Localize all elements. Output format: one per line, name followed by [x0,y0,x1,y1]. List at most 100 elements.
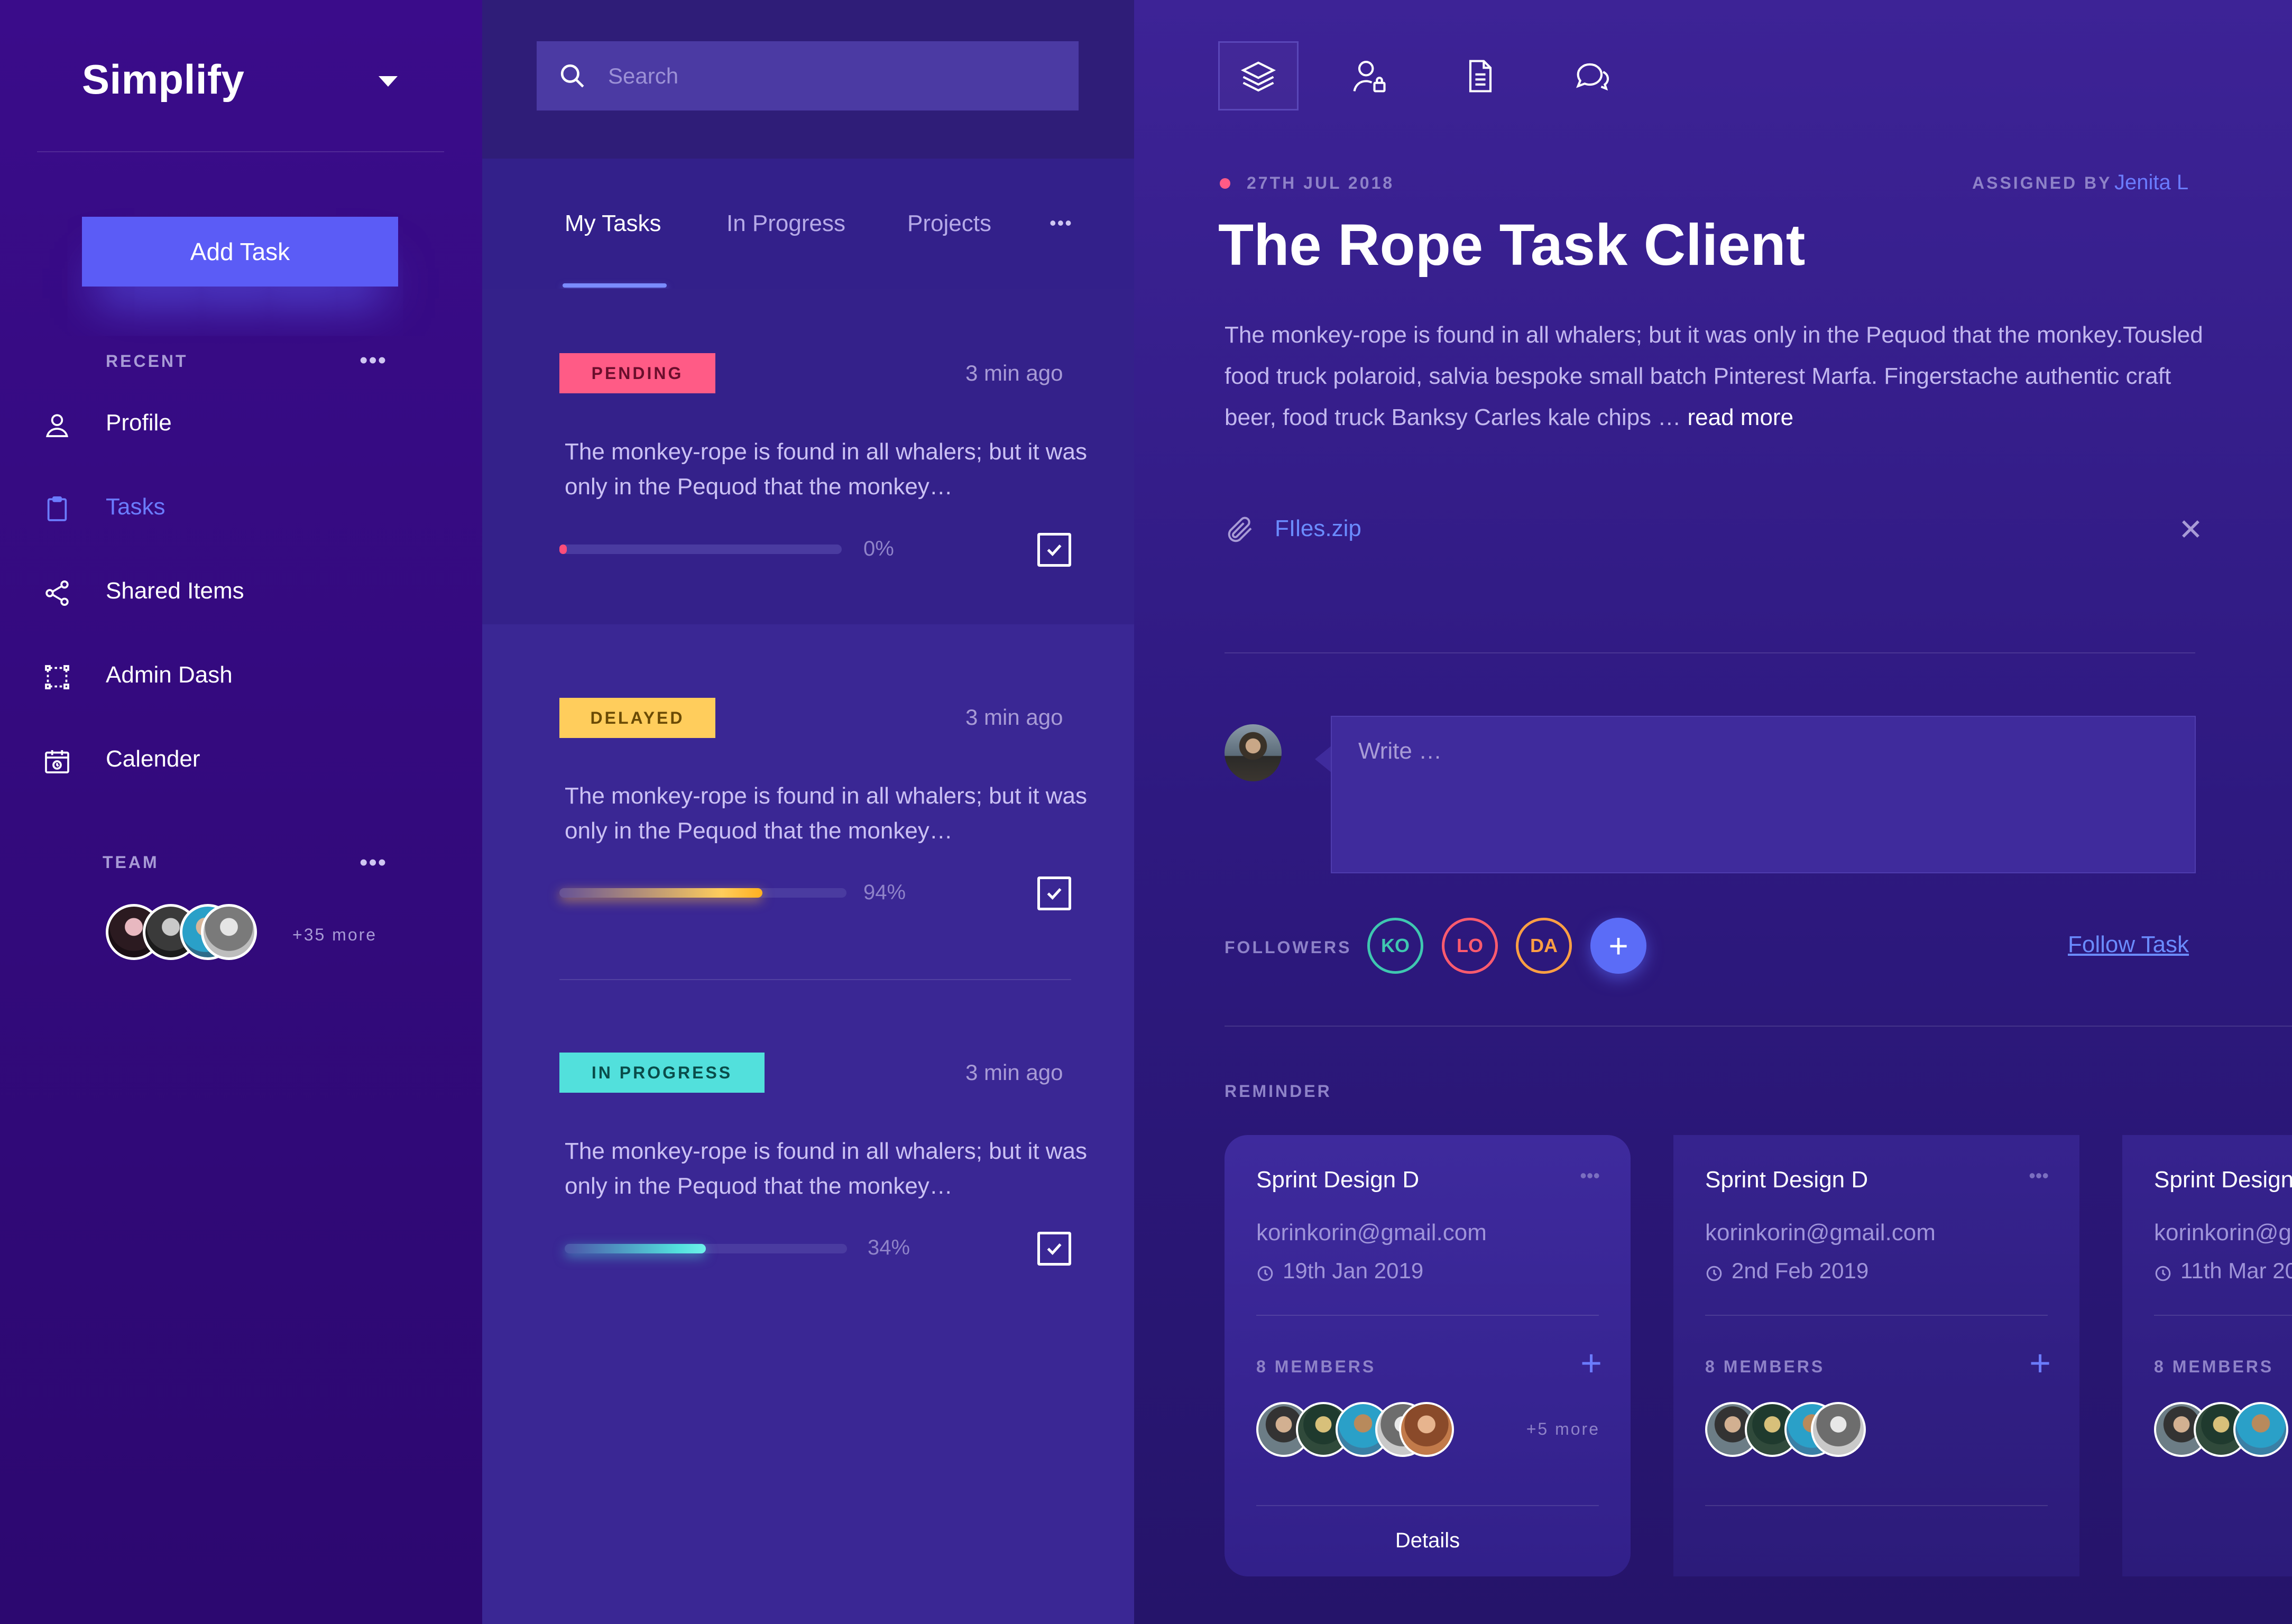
sidebar-item-profile[interactable]: Profile [45,402,402,444]
comment-box[interactable] [1331,716,2196,873]
sidebar-item-label: Tasks [106,494,165,520]
search-input[interactable] [608,63,1042,89]
follower-avatar[interactable]: DA [1516,918,1572,974]
reminder-email: korinkorin@gmail.com [1256,1220,1487,1245]
members-count: 8 MEMBERS [1705,1357,1825,1376]
sidebar-item-tasks[interactable]: Tasks [47,486,402,528]
reminder-email: korinkorin@g [2154,1220,2291,1245]
task-date: 27TH JUL 2018 [1247,173,1395,192]
member-avatars[interactable] [1256,1402,1468,1460]
task-time: 3 min ago [965,1060,1063,1085]
card-more-icon[interactable]: ••• [2029,1165,2049,1187]
add-member-button[interactable]: + [1580,1344,1602,1381]
document-button[interactable] [1440,41,1521,110]
assign-user-button[interactable] [1329,41,1410,110]
assigned-by-name[interactable]: Jenita L [2114,171,2188,195]
sidebar-item-label: Calender [106,746,200,772]
members-count: 8 MEMBERS [2154,1357,2274,1376]
avatar [1399,1402,1454,1457]
follower-avatar[interactable]: KO [1367,918,1423,974]
share-icon [45,580,69,606]
reminder-label: REMINDER [1225,1082,1332,1101]
divider [2154,1315,2292,1316]
close-icon[interactable]: ✕ [2178,513,2203,546]
assigned-by-label: ASSIGNED BY [1972,173,2112,192]
sidebar-item-label: Shared Items [106,578,244,604]
clock-icon [2155,1266,2171,1281]
layers-tab-button[interactable] [1218,41,1299,110]
chevron-down-icon[interactable] [379,76,398,87]
user-icon [45,414,69,437]
tab-in-progress[interactable]: In Progress [726,210,845,237]
details-button[interactable]: Details [1225,1529,1631,1553]
comment-input[interactable] [1358,738,2162,849]
layers-icon [1240,61,1276,91]
progress-percent: 0% [863,537,894,560]
team-more-count[interactable]: +35 more [292,925,377,945]
reminder-card[interactable]: Sprint Design korinkorin@g 11th Mar 20 8… [2122,1135,2292,1576]
avatar [2233,1402,2288,1457]
reminder-date: 11th Mar 20 [2180,1258,2292,1283]
clock-icon [1706,1266,1722,1281]
divider [1256,1505,1599,1506]
progress-track [559,545,842,554]
tabs-more-icon[interactable]: ••• [1050,214,1073,233]
progress-percent: 34% [868,1236,910,1259]
divider [559,979,1071,980]
task-complete-checkbox[interactable] [1037,1232,1071,1266]
tab-projects[interactable]: Projects [907,210,991,237]
avatar [201,904,257,960]
add-member-button[interactable]: + [2029,1344,2051,1381]
user-lock-icon [1353,60,1386,93]
recent-more-icon[interactable]: ••• [360,349,387,372]
reminder-title: Sprint Design D [1705,1167,1868,1193]
reminder-card[interactable]: Sprint Design D ••• korinkorin@gmail.com… [1673,1135,2079,1576]
task-description[interactable]: The monkey-rope is found in all whalers;… [565,1134,1093,1204]
calendar-icon [45,750,69,773]
add-follower-button[interactable]: + [1590,918,1646,974]
task-time: 3 min ago [965,361,1063,385]
divider [1225,1026,2292,1027]
progress-track [565,1244,847,1253]
progress-fill [559,888,762,898]
follow-task-link[interactable]: Follow Task [2068,931,2189,958]
task-card-group [482,624,1134,1624]
search-icon [560,64,584,88]
reminder-card[interactable]: Sprint Design D ••• korinkorin@gmail.com… [1225,1135,1631,1576]
recent-section-label: RECENT [106,352,188,371]
read-more-link[interactable]: read more [1688,404,1794,430]
sidebar-item-admin-dash[interactable]: Admin Dash [45,654,402,696]
sidebar-item-label: Profile [106,410,172,436]
status-badge: PENDING [559,353,715,393]
member-avatars[interactable] [1705,1402,1917,1460]
reminder-date: 19th Jan 2019 [1283,1258,1424,1283]
team-more-icon[interactable]: ••• [360,851,387,874]
sidebar-item-calender[interactable]: Calender [45,738,402,780]
divider [1705,1505,2048,1506]
tab-my-tasks[interactable]: My Tasks [565,210,661,237]
status-badge: IN PROGRESS [559,1053,765,1093]
comments-button[interactable] [1551,41,1632,110]
active-tab-indicator [563,283,667,288]
follower-avatar[interactable]: LO [1442,918,1498,974]
sidebar-item-shared-items[interactable]: Shared Items [45,570,402,612]
attachment-link[interactable]: FIles.zip [1275,515,1361,542]
progress-percent: 94% [863,881,906,904]
task-complete-checkbox[interactable] [1037,876,1071,910]
clipboard-icon [47,496,67,521]
avatar [1225,724,1282,781]
followers-label: FOLLOWERS [1225,938,1352,957]
team-avatars[interactable] [106,904,264,962]
members-more[interactable]: +5 more [1526,1419,1600,1439]
task-complete-checkbox[interactable] [1037,533,1071,567]
add-task-button[interactable]: Add Task [82,217,398,287]
progress-fill [559,545,567,554]
member-avatars[interactable] [2154,1402,2292,1460]
search-bar[interactable] [537,41,1079,110]
check-icon [1047,1243,1062,1255]
reminder-title: Sprint Design D [1256,1167,1420,1193]
task-description[interactable]: The monkey-rope is found in all whalers;… [565,779,1093,848]
task-description[interactable]: The monkey-rope is found in all whalers;… [565,435,1093,504]
members-count: 8 MEMBERS [1256,1357,1376,1376]
card-more-icon[interactable]: ••• [1580,1165,1600,1187]
